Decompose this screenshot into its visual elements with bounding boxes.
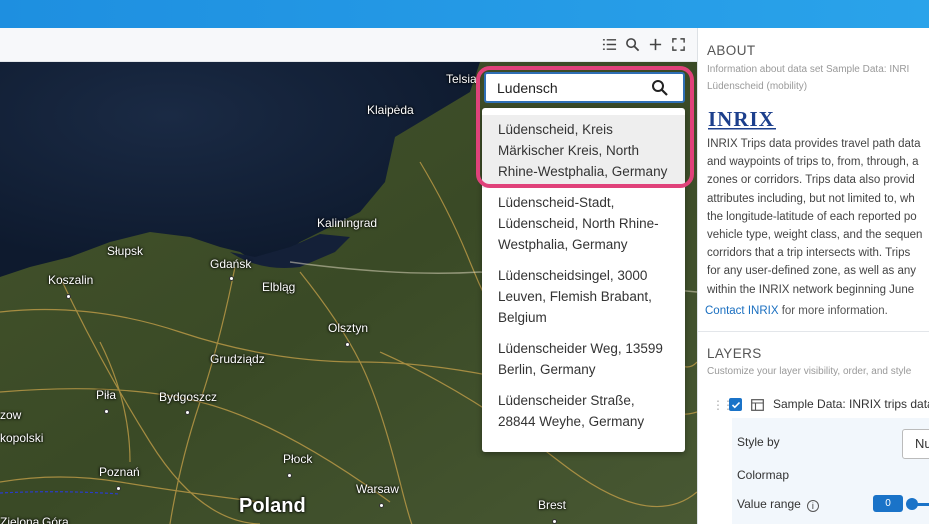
description-line: attributes including, but not limited to… <box>707 192 915 205</box>
description-line: and waypoints of trips to, from, through… <box>707 156 919 169</box>
region-label: zow <box>0 408 22 422</box>
description-line: corridors that a trip intersects with. T… <box>707 247 911 260</box>
inrix-logo: INRIX <box>708 108 776 130</box>
suggestion-item[interactable]: Lüdenscheider Straße, 28844 Weyhe, Germa… <box>482 386 685 438</box>
city-label: Piła <box>96 388 117 402</box>
layer-visibility-checkbox[interactable] <box>729 398 742 411</box>
value-range-slider-handle[interactable] <box>906 498 918 510</box>
about-subtitle: Information about data set Sample Data: … <box>707 64 910 75</box>
suggestion-line: Westphalia, Germany <box>498 237 628 252</box>
city-dot <box>66 288 71 302</box>
suggestion-line: Lüdenscheid, North Rhine- <box>498 216 659 231</box>
city-label: Warsaw <box>356 482 399 496</box>
city-label: Płock <box>283 452 313 466</box>
checkmark-icon <box>731 401 740 408</box>
city-label: Telsiai <box>446 72 480 86</box>
about-heading: ABOUT <box>707 43 756 58</box>
city-label: Koszalin <box>48 273 94 287</box>
suggestion-line: Berlin, Germany <box>498 362 596 377</box>
description-line: within the INRIX network beginning June <box>707 283 915 296</box>
city-label: Zielona <box>0 515 40 524</box>
suggestion-line: 28844 Weyhe, Germany <box>498 414 645 429</box>
layers-subtitle: Customize your layer visibility, order, … <box>707 366 912 377</box>
colormap-label: Colormap <box>737 468 790 482</box>
city-label: Kaliningrad <box>317 216 378 230</box>
layers-heading: LAYERS <box>707 346 762 361</box>
region-label: kopolski <box>0 431 44 445</box>
city-label: Bydgoszcz <box>159 390 218 404</box>
layer-settings: Style by Nu Colormap Value range i 0 <box>732 418 929 524</box>
suggestion-item[interactable]: Lüdenscheid-Stadt, Lüdenscheid, North Rh… <box>482 188 685 261</box>
suggestion-item[interactable]: Lüdenscheid, Kreis Märkischer Kreis, Nor… <box>482 115 685 188</box>
fullscreen-icon[interactable] <box>668 34 688 54</box>
suggestion-item[interactable]: Lüdenscheider Weg, 13599 Berlin, Germany <box>482 334 685 386</box>
search-suggestions-list: Lüdenscheid, Kreis Märkischer Kreis, Nor… <box>482 108 685 452</box>
search-icon[interactable] <box>622 34 642 54</box>
description-line: vehicle type, weight class, and the sequ… <box>707 229 923 242</box>
city-label: Gdańsk <box>210 257 252 271</box>
suggestion-item[interactable]: Lüdenscheidsingel, 3000 Leuven, Flemish … <box>482 261 685 334</box>
zoom-in-icon[interactable] <box>645 34 665 54</box>
table-icon <box>751 399 764 411</box>
city-label: Elbląg <box>262 280 296 294</box>
suggestion-line: Lüdenscheidsingel, 3000 <box>498 268 648 283</box>
city-dot <box>345 336 350 350</box>
city-label: Poznań <box>99 465 140 479</box>
value-range-text: Value range <box>737 497 801 511</box>
app-top-bar <box>0 0 929 28</box>
contact-line: Contact INRIX for more information. <box>705 305 888 317</box>
divider <box>698 331 929 332</box>
details-panel: ABOUT Information about data set Sample … <box>697 28 929 524</box>
suggestion-line: Lüdenscheid, Kreis <box>498 122 613 137</box>
country-label: Poland <box>239 495 306 517</box>
description-line: for any user-defined zone, as well as an… <box>707 265 917 278</box>
city-dot <box>104 403 109 417</box>
value-range-min-badge: 0 <box>873 495 903 512</box>
suggestion-line: Lüdenscheider Straße, <box>498 393 635 408</box>
city-dot <box>287 467 292 481</box>
list-icon[interactable] <box>599 34 619 54</box>
value-range-label: Value range i <box>737 497 819 512</box>
city-label: Brest <box>538 498 567 512</box>
city-label: Góra <box>42 515 69 524</box>
description-line: the longitude-latitude of each reported … <box>707 210 917 223</box>
city-dot <box>379 497 384 511</box>
description-line: zones or corridors. Trips data also prov… <box>707 174 915 187</box>
contact-inrix-link[interactable]: Contact INRIX <box>705 305 779 317</box>
suggestion-line: Rhine-Westphalia, Germany <box>498 164 668 179</box>
svg-text:INRIX: INRIX <box>708 108 775 130</box>
contact-text: for more information. <box>778 305 888 317</box>
about-description: INRIX Trips data provides travel path da… <box>707 135 929 299</box>
location-search-box[interactable] <box>484 72 685 103</box>
description-line: INRIX Trips data provides travel path da… <box>707 138 921 150</box>
suggestion-line: Lüdenscheider Weg, 13599 <box>498 341 663 356</box>
layer-row: ⋮⋮ Sample Data: INRIX trips data <box>698 392 929 418</box>
layer-name[interactable]: Sample Data: INRIX trips data <box>773 397 929 411</box>
style-by-label: Style by <box>737 435 780 449</box>
style-by-select[interactable]: Nu <box>902 429 929 459</box>
search-icon[interactable] <box>651 79 669 97</box>
city-dot <box>552 513 557 524</box>
city-label: Słupsk <box>107 244 144 258</box>
city-dot <box>185 404 190 418</box>
city-dot <box>116 480 121 494</box>
location-search-input[interactable] <box>497 79 647 96</box>
map-toolbar <box>0 28 697 62</box>
suggestion-line: Lüdenscheid-Stadt, <box>498 195 615 210</box>
suggestion-line: Märkischer Kreis, North <box>498 143 640 158</box>
city-dot <box>229 270 234 284</box>
about-subtitle-2: Lüdenscheid (mobility) <box>707 81 808 92</box>
city-label: Klaipėda <box>367 103 414 117</box>
city-label: Grudziądz <box>210 352 265 366</box>
info-icon[interactable]: i <box>806 500 819 512</box>
city-label: Olsztyn <box>328 321 369 335</box>
suggestion-line: Belgium <box>498 310 547 325</box>
suggestion-line: Leuven, Flemish Brabant, <box>498 289 652 304</box>
